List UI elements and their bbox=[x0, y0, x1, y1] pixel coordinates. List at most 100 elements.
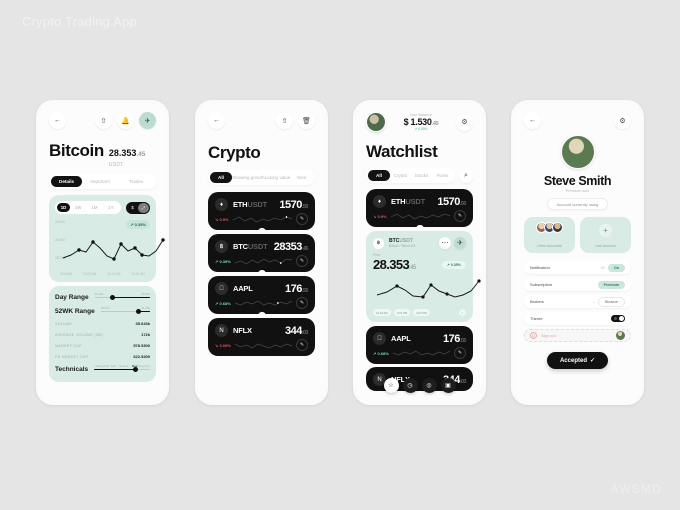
page-title-bitcoin: Bitcoin bbox=[49, 141, 104, 160]
account-chip[interactable]: Account currently using bbox=[546, 198, 609, 210]
edit-button[interactable]: ✎ bbox=[454, 210, 466, 222]
wk52-range-slider[interactable]: 16.470 31.800 bbox=[100, 306, 150, 315]
stat-fd-market-cap: FD MARKET CAP 622.5400 bbox=[55, 351, 150, 362]
detail-tabbar: Details Important Trades bbox=[49, 174, 156, 189]
coin-card-btc[interactable]: ฿ BTCUSDT 28353.45 ↗ 0.35% ✎ bbox=[208, 234, 315, 275]
avatar[interactable] bbox=[366, 112, 386, 132]
profile-name: Steve Smith bbox=[543, 174, 612, 188]
stat-value: 622.5400 bbox=[133, 354, 150, 359]
coin-price: 28353.45 bbox=[273, 240, 309, 253]
tab-forex[interactable]: Forex bbox=[432, 170, 453, 181]
setting-label: Notification bbox=[530, 265, 550, 270]
day-range-high: 28.610 bbox=[141, 292, 150, 296]
profile-avatar[interactable] bbox=[560, 135, 595, 169]
coin-subtitle: Bitcoin / Tether US bbox=[389, 244, 416, 248]
star-icon[interactable]: ☆ bbox=[383, 378, 399, 393]
tab-trades[interactable]: Trades bbox=[118, 176, 154, 187]
other-accounts-label: Other Accounts bbox=[537, 244, 562, 248]
coin-card-eth[interactable]: ♦ ETHUSDT 1570.50 ↘ 0.9% ✎ bbox=[208, 192, 315, 233]
phone-mockup-bitcoin-detail: ← ⇧ 🔔 ✈ Bitcoin 28.353.45 USDT Details I… bbox=[36, 100, 169, 405]
stat-52wk-range: 52WK Range 16.470 31.800 bbox=[55, 304, 150, 318]
technicals-slider[interactable]: Strong Sell Sell Neutral Buy Strong Buy bbox=[94, 364, 150, 373]
stat-volume: VOLUME 35.643k bbox=[55, 318, 150, 329]
trash-icon[interactable]: 🗑 bbox=[298, 112, 315, 129]
bell-icon[interactable]: 🔔 bbox=[117, 112, 134, 129]
back-icon[interactable]: ← bbox=[208, 112, 225, 129]
setting-value[interactable]: Premium bbox=[597, 280, 625, 289]
edit-button[interactable]: ✎ bbox=[296, 297, 308, 309]
pin-icon[interactable]: ✈ bbox=[139, 112, 156, 129]
filter-showing-growth[interactable]: Showing growth bbox=[232, 172, 265, 183]
back-icon[interactable]: ← bbox=[49, 112, 66, 129]
stat-average-volume: AVERAGE VOLUME (3M) 172k bbox=[55, 329, 150, 340]
day-range-slider[interactable]: 28.100 28.610 bbox=[94, 292, 150, 301]
setting-value[interactable]: On bbox=[608, 263, 625, 272]
tab-important[interactable]: Important bbox=[82, 176, 118, 187]
clock-icon[interactable]: ◷ bbox=[402, 378, 418, 393]
search-icon[interactable]: ⌕ bbox=[459, 168, 473, 183]
back-icon[interactable]: ← bbox=[524, 112, 541, 129]
other-accounts-card[interactable]: Other Accounts bbox=[524, 217, 575, 253]
wk52-low: 16.470 bbox=[100, 306, 110, 310]
edit-button[interactable]: ✎ bbox=[296, 255, 308, 267]
btc-icon: ฿ bbox=[373, 237, 384, 249]
tab-stocks[interactable]: Stocks bbox=[411, 170, 432, 181]
wallet-icon[interactable]: ▣ bbox=[440, 378, 456, 393]
setting-label: Subscription bbox=[530, 282, 553, 287]
plus-icon: + bbox=[599, 224, 612, 237]
gear-icon[interactable]: ⚙ bbox=[614, 112, 631, 129]
mini-avatar[interactable] bbox=[616, 331, 625, 340]
edit-button[interactable]: ✎ bbox=[296, 213, 308, 225]
more-icon[interactable]: ⋯ bbox=[439, 237, 451, 249]
chart-panel: 1D 1W 1M 1Y $ ⤢ 28.400 28.300 28.200 ↗ 0… bbox=[49, 195, 165, 282]
account-faces bbox=[529, 222, 570, 233]
share-icon[interactable]: ⇧ bbox=[276, 112, 293, 129]
crypto-filter-tabbar: All Showing growth Losing value New bbox=[208, 170, 315, 185]
range-1y[interactable]: 1Y bbox=[103, 201, 119, 214]
apple-icon:  bbox=[215, 282, 228, 295]
tab-all[interactable]: All bbox=[368, 170, 390, 181]
sign-out-row[interactable]: ⏻ Sign out bbox=[524, 329, 631, 342]
range-1w[interactable]: 1W bbox=[70, 201, 86, 214]
coin-symbol: NFLX bbox=[233, 326, 252, 335]
range-1m[interactable]: 1M bbox=[86, 201, 102, 214]
setting-theme[interactable]: Theme bbox=[524, 312, 631, 325]
setting-subscription[interactable]: Subscription ··· Premium bbox=[524, 278, 631, 291]
watch-card-aapl[interactable]:  AAPL 176.55 ↗ 0.68% ✎ bbox=[366, 326, 473, 364]
accepted-button[interactable]: Accepted ✓ bbox=[546, 352, 609, 369]
range-1d[interactable]: 1D bbox=[57, 203, 70, 212]
tab-crypto[interactable]: Crypto bbox=[390, 170, 411, 181]
gear-icon[interactable]: ⚙ bbox=[456, 113, 473, 131]
stat-day-range: Day Range 28.100 28.610 bbox=[55, 290, 150, 304]
setting-brokers[interactable]: Brokers ⌄ Binance bbox=[524, 295, 631, 308]
edit-button[interactable]: ✎ bbox=[296, 339, 308, 351]
bitcoin-price: 28.353 bbox=[108, 148, 137, 158]
theme-toggle[interactable] bbox=[611, 314, 625, 323]
phone4-header: ← ⚙ bbox=[515, 104, 640, 129]
filter-losing-value[interactable]: Losing value bbox=[265, 172, 291, 183]
compass-icon[interactable]: ◎ bbox=[421, 378, 437, 393]
link-account-card[interactable]: + Link Account bbox=[580, 217, 631, 253]
currency-view-button[interactable]: $ bbox=[127, 203, 138, 213]
watch-card-eth[interactable]: ♦ ETHUSDT 1570.50 ↘ 0.9% ✎ bbox=[366, 189, 473, 230]
chevron-right-icon[interactable]: › bbox=[459, 309, 466, 316]
featured-price: 28.353.45 bbox=[373, 257, 416, 272]
coin-symbol: ETHUSDT bbox=[233, 200, 268, 209]
pin-icon[interactable]: ✈ bbox=[454, 237, 466, 249]
edit-button[interactable]: ✎ bbox=[454, 347, 466, 359]
watch-card-btc-featured[interactable]: ฿ BTCUSDT Bitcoin / Tether US ⋯ ✈ Price … bbox=[366, 231, 481, 322]
coin-change: ↗ 0.35% bbox=[215, 258, 231, 264]
check-icon: ✓ bbox=[589, 358, 596, 364]
tab-details[interactable]: Details bbox=[51, 176, 83, 187]
chart-x-label-0: 9:00 AM bbox=[60, 272, 73, 276]
filter-new[interactable]: New bbox=[290, 172, 313, 183]
balance-amount: $ 1.530.45 bbox=[403, 117, 439, 127]
chart-view-button[interactable]: ⤢ bbox=[138, 202, 149, 213]
filter-all[interactable]: All bbox=[210, 172, 232, 183]
coin-card-nflx[interactable]: N NFLX 344.03 ↘ 0.09% ✎ bbox=[208, 318, 315, 356]
coin-card-aapl[interactable]:  AAPL 176.55 ↗ 0.68% ✎ bbox=[208, 276, 315, 317]
setting-notification[interactable]: Notification Off On bbox=[524, 261, 631, 274]
featured-change-badge: ↗ 0.35% bbox=[441, 260, 466, 269]
setting-value[interactable]: Binance bbox=[598, 296, 625, 307]
share-icon[interactable]: ⇧ bbox=[95, 112, 112, 129]
